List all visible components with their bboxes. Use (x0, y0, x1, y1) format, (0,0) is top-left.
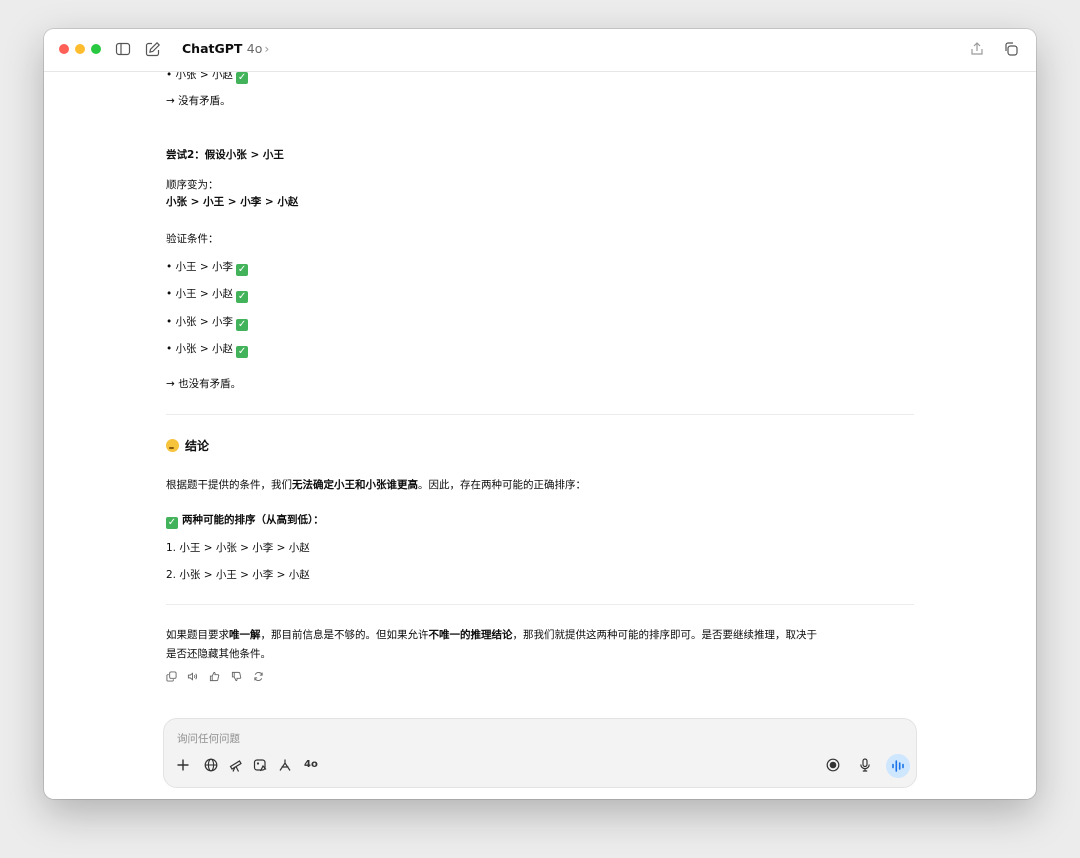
order-value: 小张 > 小王 > 小李 > 小赵 (166, 196, 299, 208)
thinking-face-icon (166, 439, 179, 452)
assistant-message: • 小张 > 小赵 ✓ → 没有矛盾。 尝试2：假设小张 > 小王 顺序变为： 小… (166, 72, 914, 712)
order-label: 顺序变为： (166, 179, 219, 191)
conclusion-text: 根据题干提供的条件，我们无法确定小王和小张谁更高。因此，存在两种可能的正确排序： (166, 479, 586, 491)
check-mark-icon: ✓ (236, 264, 249, 276)
minimize-window-button[interactable] (75, 44, 85, 54)
regenerate-icon[interactable] (253, 671, 264, 682)
close-window-button[interactable] (59, 44, 69, 54)
canvas-icon[interactable] (277, 757, 293, 773)
possible-orders-heading: ✓ 两种可能的排序（从高到低）： (166, 514, 324, 529)
model-label[interactable]: 4o (304, 759, 318, 770)
app-name: ChatGPT (182, 41, 243, 56)
final-text: 如果题目要求唯一解，那目前信息是不够的。但如果允许不唯一的推理结论，那我们就提供… (166, 629, 817, 641)
titlebar: ChatGPT 4o › (44, 29, 1036, 72)
app-window: ChatGPT 4o › • 小张 > 小赵 ✓ → 没有矛盾。 尝试2：假设小张 … (44, 29, 1036, 799)
check-mark-icon: ✓ (166, 517, 178, 529)
check-mark-icon: ✓ (236, 291, 249, 303)
check-mark-icon: ✓ (236, 319, 249, 331)
thumbs-up-icon[interactable] (209, 671, 220, 682)
no-conflict-text: → 也没有矛盾。 (166, 378, 242, 390)
list-item: • 小张 > 小赵 ✓ (166, 72, 249, 84)
telescope-icon[interactable] (228, 757, 244, 773)
list-item: 1. 小王 > 小张 > 小李 > 小赵 (166, 542, 310, 554)
copy-icon[interactable] (166, 671, 177, 682)
list-item: • 小王 > 小赵 ✓ (166, 288, 249, 303)
list-item: • 小张 > 小赵 ✓ (166, 343, 249, 358)
record-icon[interactable] (825, 757, 841, 773)
maximize-window-button[interactable] (91, 44, 101, 54)
globe-icon[interactable] (203, 757, 219, 773)
divider (166, 604, 914, 605)
new-chat-icon[interactable] (144, 40, 162, 58)
verify-label: 验证条件： (166, 233, 219, 245)
list-item: • 小王 > 小李 ✓ (166, 261, 249, 276)
chevron-right-icon: › (264, 41, 270, 56)
temporary-chat-icon[interactable] (1002, 40, 1020, 58)
conversation-area: • 小张 > 小赵 ✓ → 没有矛盾。 尝试2：假设小张 > 小王 顺序变为： 小… (44, 72, 1036, 712)
microphone-icon[interactable] (857, 757, 873, 773)
image-icon[interactable] (252, 757, 268, 773)
no-conflict-text: → 没有矛盾。 (166, 95, 231, 107)
voice-mode-icon (892, 760, 904, 772)
divider (166, 414, 914, 415)
share-icon[interactable] (968, 40, 986, 58)
read-aloud-icon[interactable] (187, 671, 198, 682)
list-item: • 小张 > 小李 ✓ (166, 316, 249, 331)
model-selector[interactable]: ChatGPT 4o › (182, 41, 269, 56)
voice-mode-button[interactable] (886, 754, 910, 778)
plus-icon[interactable] (175, 757, 191, 773)
conclusion-heading: 结论 (166, 439, 209, 453)
model-name: 4o (246, 41, 263, 56)
check-mark-icon: ✓ (236, 346, 249, 358)
final-text-line-2: 是否还隐藏其他条件。 (166, 648, 271, 660)
thumbs-down-icon[interactable] (231, 671, 242, 682)
message-composer: 询问任何问题 4o (163, 718, 917, 788)
list-item: 2. 小张 > 小王 > 小李 > 小赵 (166, 569, 310, 581)
message-input[interactable]: 询问任何问题 (177, 731, 240, 746)
attempt-2-heading: 尝试2：假设小张 > 小王 (166, 149, 284, 161)
sidebar-toggle-icon[interactable] (114, 40, 132, 58)
check-mark-icon: ✓ (236, 72, 249, 84)
